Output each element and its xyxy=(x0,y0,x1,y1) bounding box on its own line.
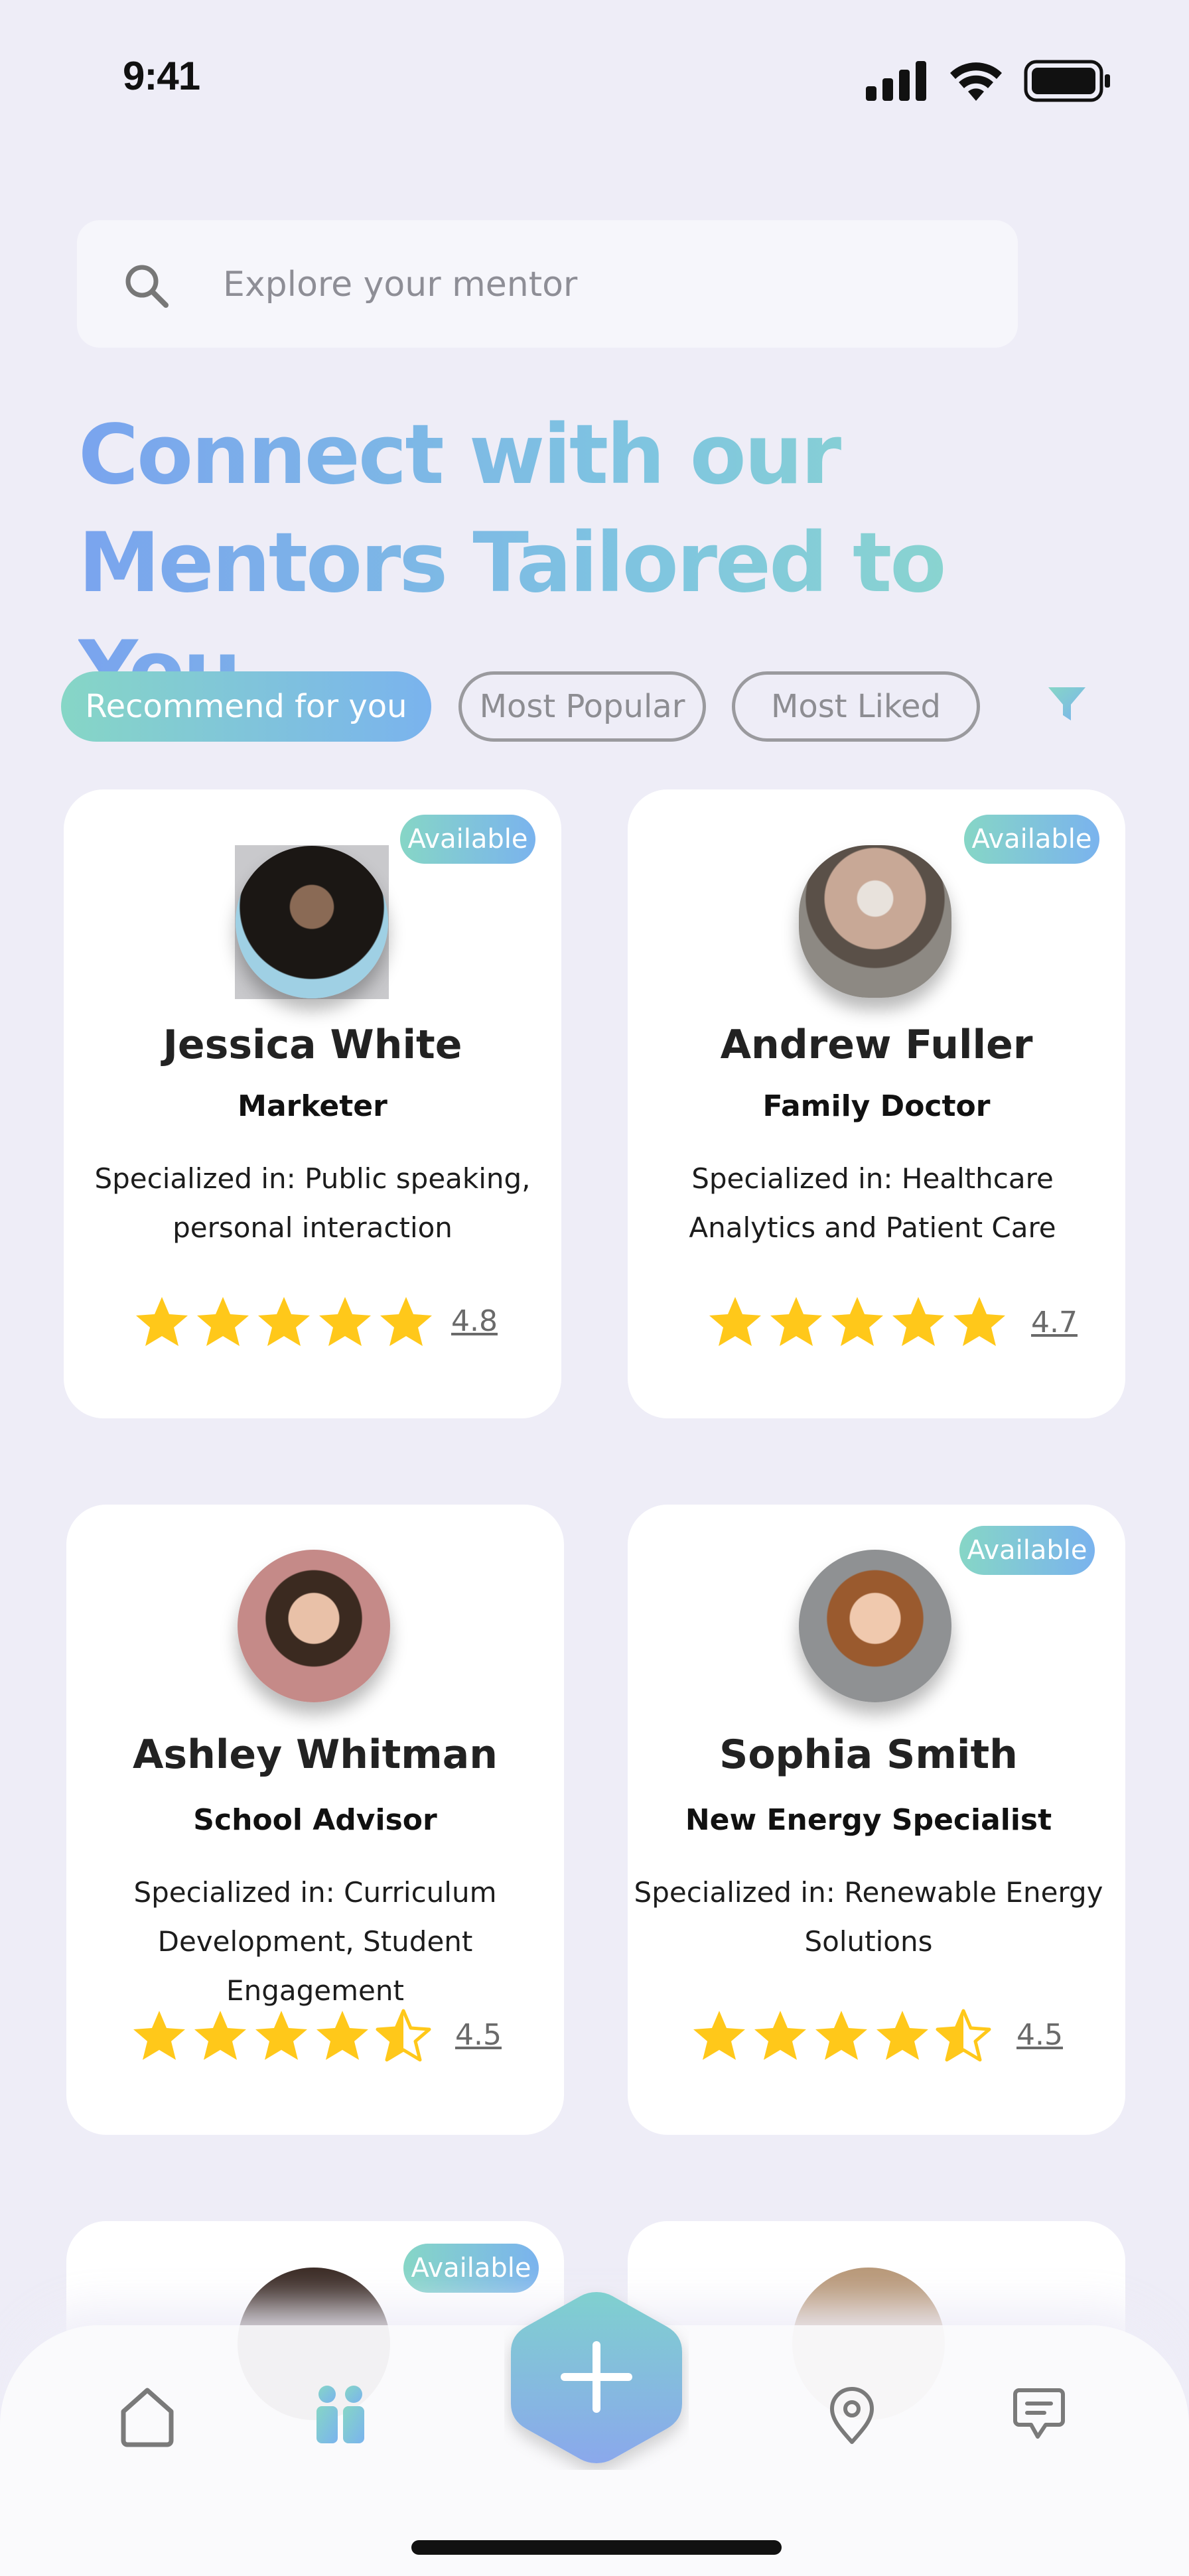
rating-stars xyxy=(136,1297,432,1346)
avatar xyxy=(799,845,951,998)
rating-stars xyxy=(693,2009,991,2062)
star-icon xyxy=(194,2011,246,2060)
available-badge: Available xyxy=(400,815,535,864)
search-bar[interactable] xyxy=(77,220,1018,349)
star-icon xyxy=(136,1297,188,1346)
spec-line-1: Specialized in: Curriculum xyxy=(133,1876,497,1909)
star-icon xyxy=(953,1297,1005,1346)
star-icon xyxy=(316,2011,368,2060)
rating-value[interactable]: 4.5 xyxy=(1016,2018,1063,2052)
spec-line-1: Specialized in: Renewable Energy xyxy=(634,1876,1103,1909)
star-icon xyxy=(892,1297,944,1346)
mentor-role: Marketer xyxy=(238,1089,387,1123)
star-icon xyxy=(770,1297,822,1346)
rating-stars xyxy=(709,1297,1005,1346)
rating-value[interactable]: 4.7 xyxy=(1031,1306,1078,1339)
mentors-icon[interactable] xyxy=(314,2385,367,2446)
star-icon xyxy=(133,2011,185,2060)
star-icon xyxy=(831,1297,883,1346)
star-icon xyxy=(876,2011,928,2060)
avatar-frame xyxy=(235,845,389,999)
mentor-card-ashley-whitman[interactable]: Ashley Whitman School Advisor Specialize… xyxy=(66,1505,564,2135)
mentor-name: Andrew Fuller xyxy=(720,1022,1033,1068)
mentor-specialization: Specialized in: Curriculum Development, … xyxy=(66,1868,564,2015)
status-time: 9:41 xyxy=(123,54,200,98)
mentor-card-sophia-smith[interactable]: Available Sophia Smith New Energy Specia… xyxy=(628,1505,1125,2135)
mentor-card-jessica-white[interactable]: Available Jessica White Marketer Special… xyxy=(64,789,561,1418)
spec-line-2: Solutions xyxy=(804,1925,933,1958)
add-button[interactable] xyxy=(504,2285,689,2470)
available-badge: Available xyxy=(959,1526,1095,1575)
mentor-role: Family Doctor xyxy=(762,1089,991,1123)
mentor-specialization: Specialized in: Public speaking, persona… xyxy=(64,1154,561,1253)
mentor-role: New Energy Specialist xyxy=(685,1803,1052,1837)
star-icon xyxy=(815,2011,867,2060)
headline-line-1: Connect with our xyxy=(78,407,840,503)
home-icon[interactable] xyxy=(118,2386,176,2447)
avatar xyxy=(238,1550,390,1702)
star-icon xyxy=(380,1297,432,1346)
star-icon xyxy=(258,1297,310,1346)
wifi-icon xyxy=(950,62,1002,101)
mentor-role: School Advisor xyxy=(193,1803,437,1837)
mentor-specialization: Specialized in: Healthcare Analytics and… xyxy=(624,1154,1121,1253)
available-badge: Available xyxy=(964,815,1099,864)
star-icon xyxy=(197,1297,249,1346)
star-icon xyxy=(754,2011,806,2060)
battery-icon xyxy=(1024,60,1110,102)
star-icon xyxy=(319,1297,371,1346)
half-star-icon xyxy=(936,2009,991,2062)
mentor-specialization: Specialized in: Renewable Energy Solutio… xyxy=(620,1868,1117,1966)
filter-most-liked[interactable]: Most Liked xyxy=(732,671,980,742)
spec-line-2: personal interaction xyxy=(173,1211,453,1244)
mentor-card-andrew-fuller[interactable]: Available Andrew Fuller Family Doctor Sp… xyxy=(628,789,1125,1418)
filter-most-popular[interactable]: Most Popular xyxy=(458,671,706,742)
signal-icon xyxy=(866,61,926,101)
filter-icon[interactable] xyxy=(1047,685,1087,724)
half-star-icon xyxy=(376,2009,431,2062)
location-icon[interactable] xyxy=(828,2386,876,2446)
star-icon xyxy=(255,2011,307,2060)
spec-line-2: Analytics and Patient Care xyxy=(689,1211,1056,1244)
filter-recommend-for-you[interactable]: Recommend for you xyxy=(61,671,431,742)
spec-line-1: Specialized in: Public speaking, xyxy=(94,1162,531,1195)
star-icon xyxy=(693,2011,745,2060)
star-icon xyxy=(709,1297,761,1346)
mentor-name: Jessica White xyxy=(163,1022,462,1068)
spec-line-1: Specialized in: Healthcare xyxy=(691,1162,1054,1195)
rating-value[interactable]: 4.5 xyxy=(455,2018,502,2052)
avatar xyxy=(799,1550,951,1702)
chat-icon[interactable] xyxy=(1013,2386,1066,2442)
rating-stars xyxy=(133,2009,431,2062)
avatar xyxy=(236,846,388,998)
search-icon xyxy=(125,265,169,308)
rating-value[interactable]: 4.8 xyxy=(451,1304,498,1338)
search-input[interactable] xyxy=(222,220,987,349)
mentor-name: Ashley Whitman xyxy=(133,1731,498,1778)
spec-line-2: Development, Student Engagement xyxy=(157,1925,473,2007)
home-indicator xyxy=(411,2540,782,2555)
mentor-name: Sophia Smith xyxy=(719,1731,1018,1778)
